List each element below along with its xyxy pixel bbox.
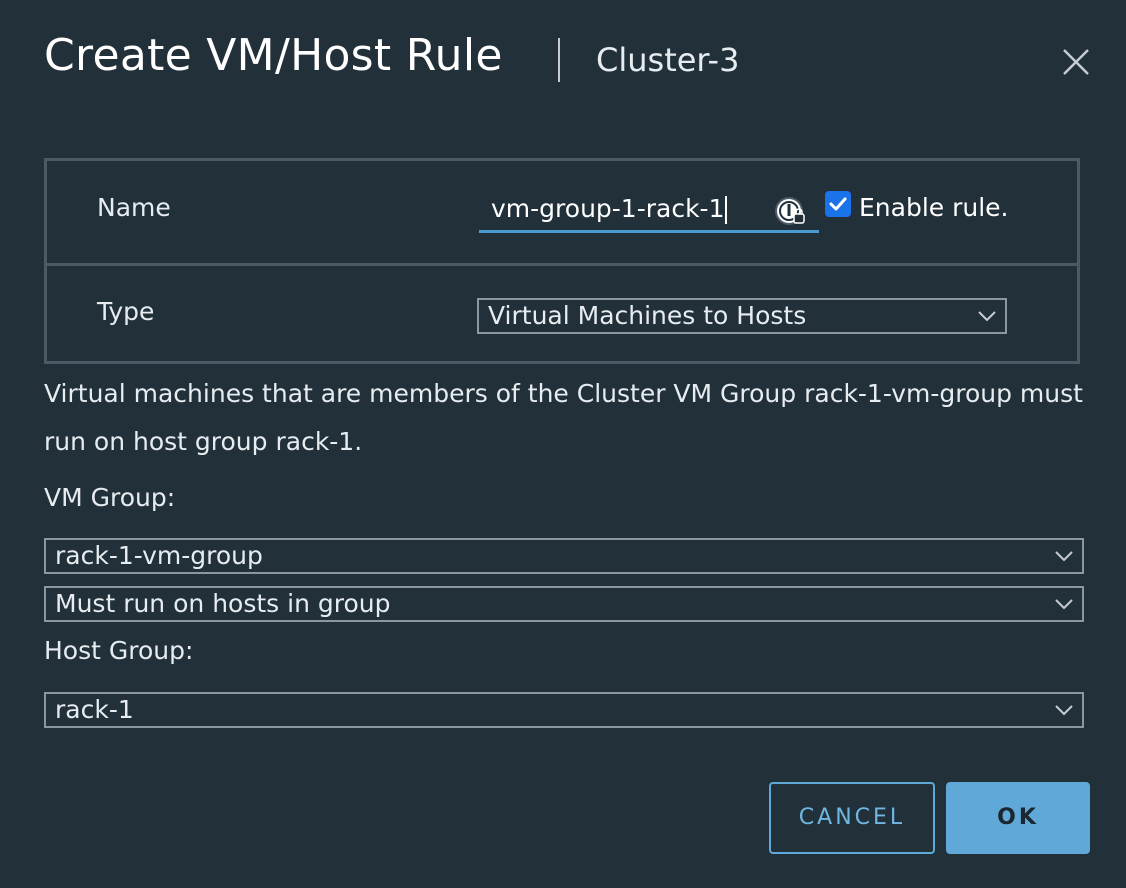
enable-rule-checkbox[interactable] — [825, 191, 851, 217]
vm-group-select-value: rack-1-vm-group — [55, 541, 263, 570]
chevron-down-icon — [978, 311, 996, 322]
host-group-select-value: rack-1 — [55, 695, 134, 724]
form-row-divider — [47, 263, 1077, 266]
vm-group-select[interactable]: rack-1-vm-group — [44, 538, 1084, 574]
relation-select[interactable]: Must run on hosts in group — [44, 586, 1084, 622]
title-divider — [558, 38, 560, 82]
password-manager-icon[interactable] — [773, 195, 807, 229]
ok-button[interactable]: OK — [946, 782, 1090, 854]
close-icon[interactable] — [1058, 44, 1094, 80]
cancel-button[interactable]: CANCEL — [769, 782, 935, 854]
type-select-value: Virtual Machines to Hosts — [488, 301, 807, 330]
enable-rule-label[interactable]: Enable rule. — [859, 193, 1009, 222]
host-group-label: Host Group: — [44, 636, 194, 665]
chevron-down-icon — [1055, 705, 1073, 716]
create-vm-host-rule-dialog: Create VM/Host Rule Cluster-3 Name vm-gr… — [0, 0, 1126, 888]
name-label: Name — [97, 193, 171, 222]
name-input[interactable]: vm-group-1-rack-1 — [479, 187, 819, 233]
text-caret — [725, 196, 728, 224]
chevron-down-icon — [1055, 599, 1073, 610]
type-select[interactable]: Virtual Machines to Hosts — [477, 298, 1007, 334]
dialog-title: Create VM/Host Rule — [44, 30, 503, 81]
rule-form-box: Name vm-group-1-rack-1 Enable rule. Type… — [44, 158, 1080, 364]
vm-group-label: VM Group: — [44, 483, 176, 512]
relation-select-value: Must run on hosts in group — [55, 589, 391, 618]
dialog-subtitle: Cluster-3 — [596, 41, 740, 79]
rule-description: Virtual machines that are members of the… — [44, 379, 1083, 456]
host-group-select[interactable]: rack-1 — [44, 692, 1084, 728]
checkmark-icon — [829, 197, 847, 211]
name-input-value: vm-group-1-rack-1 — [491, 194, 725, 223]
chevron-down-icon — [1055, 551, 1073, 562]
type-label: Type — [97, 297, 155, 326]
